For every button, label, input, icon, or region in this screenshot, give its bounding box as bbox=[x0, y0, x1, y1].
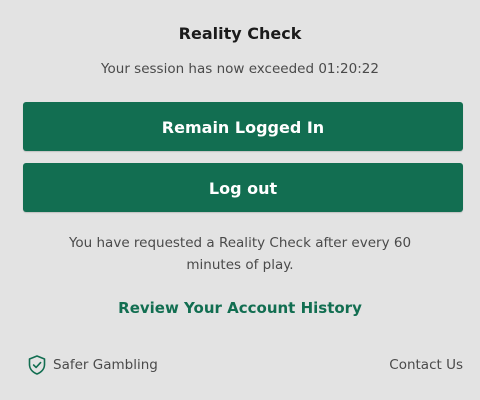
session-message: Your session has now exceeded 01:20:22 bbox=[101, 61, 379, 77]
reality-check-dialog: Reality Check Your session has now excee… bbox=[0, 0, 480, 400]
remain-logged-in-button[interactable]: Remain Logged In bbox=[23, 102, 463, 151]
contact-us-link[interactable]: Contact Us bbox=[389, 357, 463, 373]
reality-check-info: You have requested a Reality Check after… bbox=[68, 235, 412, 273]
shield-check-icon bbox=[28, 355, 46, 375]
safer-gambling-label: Safer Gambling bbox=[53, 357, 158, 373]
dialog-title: Reality Check bbox=[178, 24, 302, 43]
log-out-button[interactable]: Log out bbox=[23, 163, 463, 212]
safer-gambling-link[interactable]: Safer Gambling bbox=[28, 355, 158, 375]
review-account-history-link[interactable]: Review Your Account History bbox=[0, 299, 480, 317]
